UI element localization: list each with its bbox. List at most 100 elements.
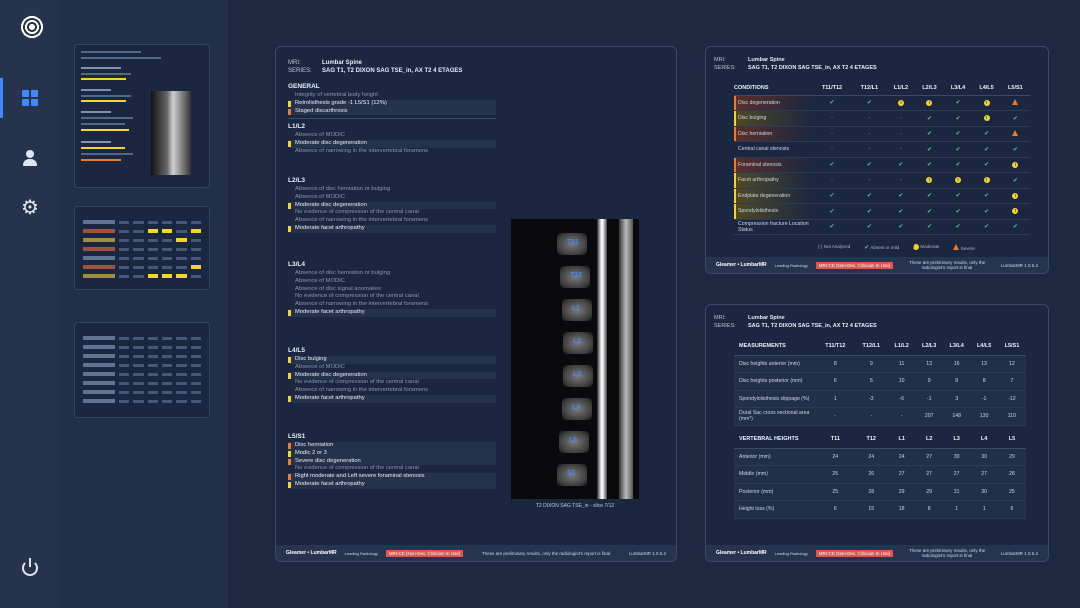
table-cell: 11 (887, 355, 916, 373)
power-button[interactable] (0, 548, 60, 588)
finding-line: Staged discarthrosis (288, 107, 496, 116)
settings-button[interactable]: ⚙ (0, 188, 60, 228)
table-cell: - (886, 110, 916, 127)
mri-image[interactable]: T11 T12 L1 L2 L3 L4 L5 S1 (511, 219, 639, 499)
table-cell: 110 (997, 407, 1026, 426)
table-cell: 28 (997, 465, 1026, 484)
table-cell: ✔ (943, 157, 973, 173)
check-icon: ✔ (955, 100, 961, 107)
finding-line: Absence of MODIC (295, 363, 345, 370)
finding-line: Moderate facet arthropathy (288, 480, 496, 489)
table-cell: ✔ (915, 188, 944, 204)
check-icon: ✔ (866, 100, 872, 107)
thumbnail-measurements[interactable] (74, 322, 210, 418)
finding-line: Absence of disc herniation or bulging (295, 270, 391, 276)
check-icon: ✔ (955, 208, 961, 215)
table-cell: ✔ (886, 188, 916, 204)
legend-severe-label: Severe (960, 246, 975, 251)
table-row: Height loss (%) 6 15 18 8 1 1 6 (734, 500, 1026, 519)
column-header: L3 (942, 430, 971, 449)
column-header: L1/L2 (887, 337, 916, 356)
condition-name: Spondylolisthesis (734, 203, 812, 220)
table-cell: ! (915, 95, 944, 111)
table-cell: -1 (915, 390, 943, 408)
table-cell: 13 (970, 355, 998, 373)
thumbnail-conditions[interactable] (74, 206, 210, 290)
table-cell: -12 (997, 390, 1026, 408)
table-cell: 10 (887, 372, 916, 391)
table-cell (1000, 126, 1030, 142)
vertebra-label: S1 (567, 470, 576, 477)
table-cell: 8 (942, 372, 971, 391)
table-cell: ✔ (886, 203, 916, 220)
finding-line: Disc bulging (288, 356, 496, 364)
table-cell: 30 (942, 448, 971, 466)
table-row: Compression fracture Location Status ✔ ✔ ✔ ✔… (734, 219, 1030, 235)
finding-line: Integrity of vertebral body height (295, 92, 378, 98)
not-analyzed-mark: - (900, 115, 902, 122)
table-cell: 27 (942, 465, 971, 484)
table-cell: ✔ (943, 141, 973, 158)
vertebra-label: L2 (573, 338, 582, 345)
table-cell: ✔ (915, 203, 944, 220)
conditions-footer: Gleamer • LumbarMR Leading Radiology MRI… (706, 257, 1048, 273)
check-icon: ✔ (829, 100, 835, 107)
table-row: Endplate degeneration ✔ ✔ ✔ ✔ ✔ ✔! (734, 188, 1030, 204)
not-analyzed-mark: - (900, 177, 902, 184)
condition-name: Disc herniation (734, 126, 812, 142)
finding-line: Severe disc degeneration (288, 457, 496, 466)
not-analyzed-mark: - (831, 177, 833, 184)
table-cell: ! (886, 95, 916, 111)
table-row: Dural Sac cross sectional area (mm²) - - -2… (734, 407, 1026, 426)
column-header: L5/S1 (997, 337, 1026, 356)
table-cell: ✔ (812, 188, 853, 204)
vertebra-label: T11 (567, 239, 579, 246)
table-cell: ✔ (915, 141, 944, 158)
table-cell: ✔ (915, 157, 944, 173)
check-icon: ✔ (898, 162, 904, 169)
column-header: T12/L1 (852, 82, 887, 96)
column-header: L1 (887, 430, 916, 449)
check-icon: ✔ (955, 193, 961, 200)
legend-moderate-label: Moderate (920, 244, 940, 249)
section-title: L4/L5 (288, 347, 305, 354)
finding-line: No evidence of compression of the centra… (295, 293, 419, 300)
not-analyzed-mark: - (868, 177, 871, 184)
check-icon: ✔ (1012, 177, 1018, 184)
dashboard-button[interactable] (0, 78, 60, 118)
table-cell: 25 (997, 483, 1026, 501)
table-cell: 27 (915, 448, 943, 466)
section-title: L5/S1 (288, 433, 306, 440)
column-header: L3/L4 (943, 82, 973, 96)
finding-line: Moderate facet arthropathy (288, 308, 496, 317)
table-cell: ✔ (972, 203, 1001, 220)
table-cell: 3 (942, 390, 971, 408)
finding-section: GENERAL Integrity of vertebral body heigh… (288, 83, 496, 120)
gear-icon: ⚙ (21, 197, 39, 219)
version: LumbarMR 1.0.6.2 (1000, 550, 1038, 556)
column-header: L3/L4 (942, 337, 971, 356)
finding-section: L2/L3 Absence of disc herniation or bulgi… (288, 177, 496, 233)
check-icon: ✔ (898, 193, 904, 200)
table-cell: 29 (997, 448, 1026, 466)
table-cell: 1 (942, 500, 971, 519)
row-label: Disc heights anterior (mm) (734, 355, 816, 373)
condition-name: Endplate degeneration (734, 188, 812, 204)
partner-logo: Leading Radiology (774, 262, 808, 268)
brand-logo: Gleamer • LumbarMR (716, 262, 767, 268)
table-cell: ✔ (1000, 110, 1030, 127)
check-icon: ✔ (866, 224, 872, 231)
table-cell: ✔ (915, 110, 944, 127)
table-cell: ✔ (943, 126, 973, 142)
finding-line: Disc herniation (288, 442, 496, 450)
user-button[interactable] (0, 138, 60, 178)
check-icon: ✔ (866, 193, 872, 200)
row-label: Disc heights posterior (mm) (734, 372, 816, 391)
not-analyzed-mark: - (831, 130, 833, 137)
table-cell: 15 (854, 500, 888, 519)
table-cell: ✔ (943, 219, 973, 235)
check-icon: ✔ (926, 146, 932, 153)
thumbnail-report[interactable] (74, 44, 210, 188)
version: LumbarMR 1.0.6.2 (628, 550, 666, 556)
table-cell: ✔ (943, 95, 973, 111)
